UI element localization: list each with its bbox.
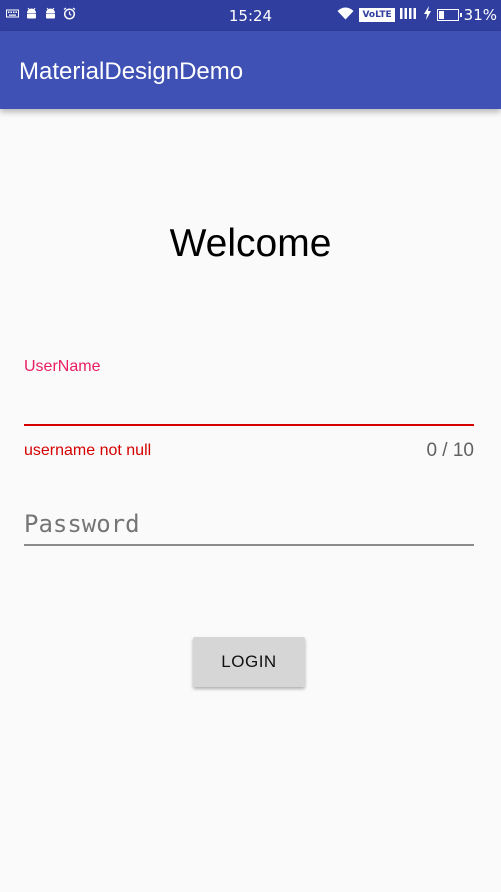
status-bar: 15:24 VoLTE 31%: [0, 0, 501, 31]
username-error: username not null: [24, 442, 152, 459]
battery-level: [438, 11, 444, 19]
username-char-counter: 0 / 10: [426, 440, 474, 461]
battery-percent: 31%: [463, 6, 497, 24]
login-button[interactable]: LOGIN: [193, 637, 305, 687]
password-input[interactable]: [24, 505, 474, 543]
volte-icon: VoLTE: [359, 8, 395, 22]
welcome-heading: Welcome: [169, 222, 332, 265]
username-input[interactable]: [24, 386, 474, 424]
password-underline: [24, 544, 474, 546]
app-bar: MaterialDesignDemo: [0, 31, 501, 109]
system-status-icons: VoLTE 31%: [337, 6, 497, 24]
charging-icon: [423, 6, 432, 24]
app-title: MaterialDesignDemo: [19, 58, 244, 85]
username-label: UserName: [24, 358, 101, 375]
username-underline: [24, 424, 474, 426]
signal-icon: [399, 6, 418, 24]
battery-icon: [436, 9, 462, 21]
wifi-icon: [337, 6, 354, 24]
